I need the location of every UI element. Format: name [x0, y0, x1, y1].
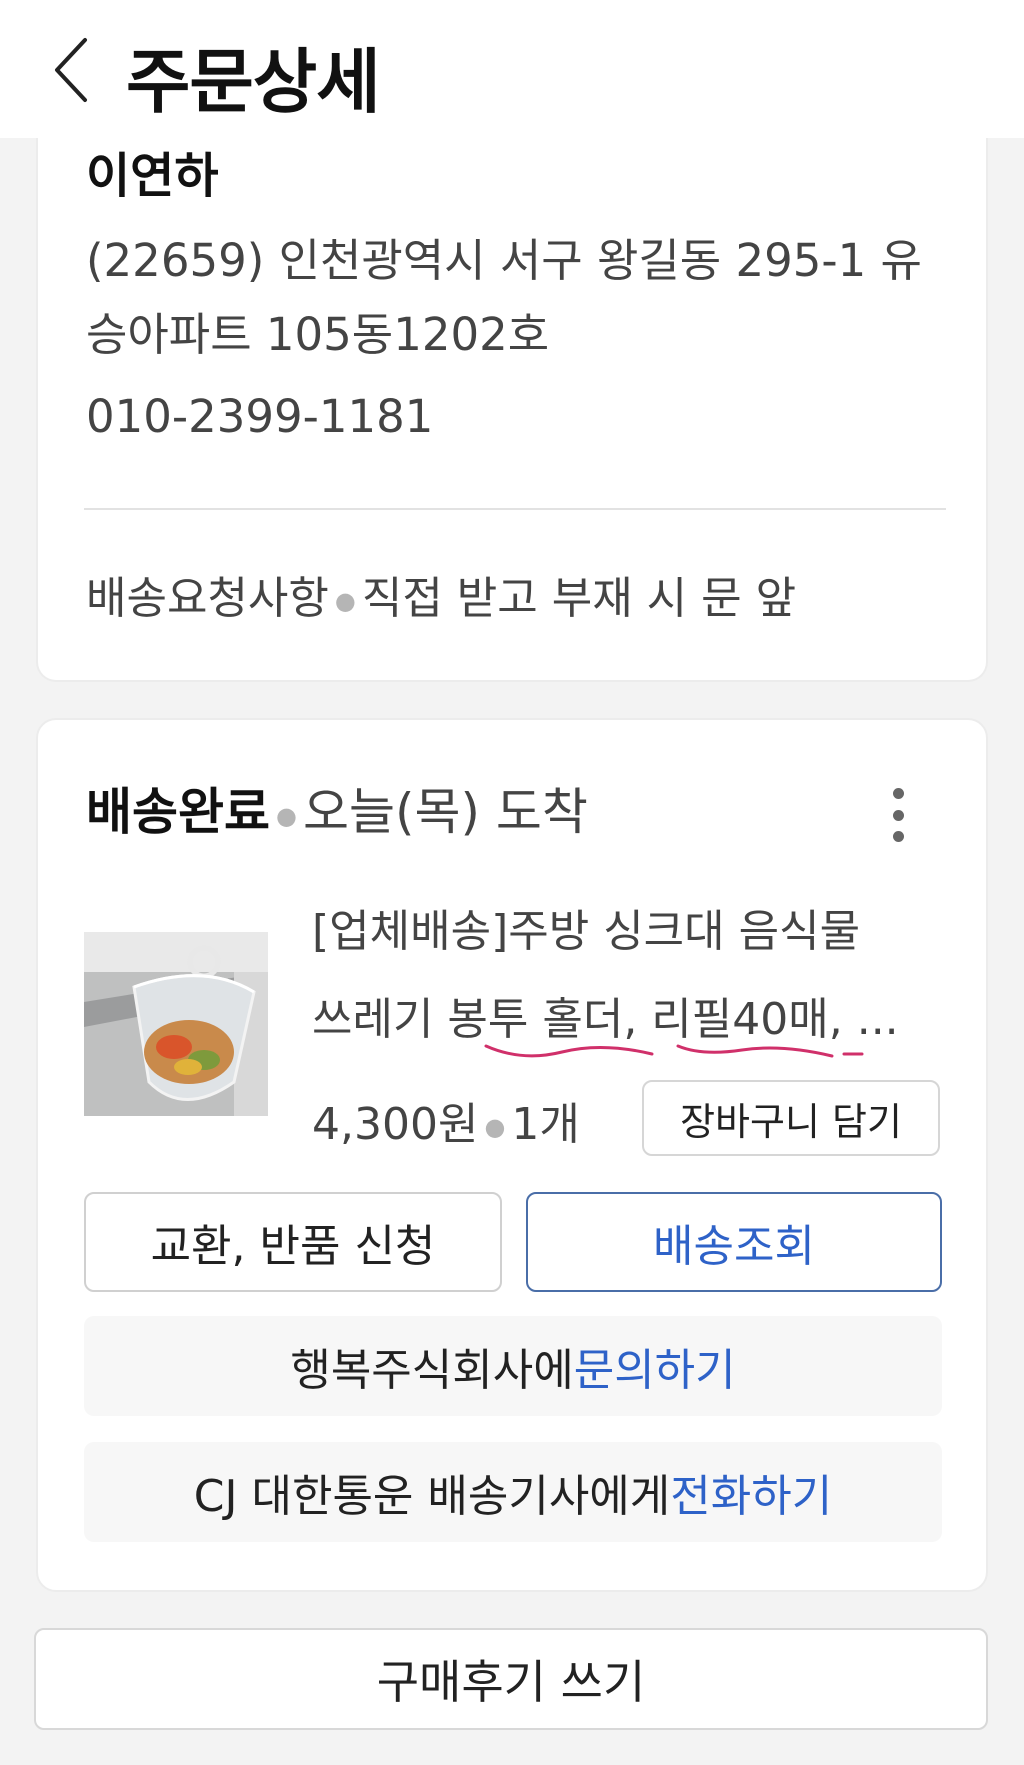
delivery-request: 배송요청사항 ● 직접 받고 부재 시 문 앞: [86, 562, 796, 626]
seller-inquiry-text: 행복주식회사에: [290, 1345, 574, 1396]
exchange-return-button[interactable]: 교환, 반품 신청: [84, 1192, 502, 1292]
seller-inquiry-row[interactable]: 행복주식회사에 문의하기: [84, 1316, 942, 1416]
product-image-holder-bag: [84, 932, 268, 1116]
order-item-card: 배송완료 ● 오늘(목) 도착 [업체배송]주방 싱크대 음식물 쓰레기 봉투 홀더…: [36, 718, 988, 1592]
seller-inquiry-link[interactable]: 문의하기: [574, 1334, 736, 1398]
write-review-button[interactable]: 구매후기 쓰기: [34, 1628, 988, 1730]
add-to-cart-button[interactable]: 장바구니 담기: [642, 1080, 940, 1156]
shipping-address: (22659) 인천광역시 서구 왕길동 295-1 유승아파트 105동120…: [86, 234, 922, 361]
courier-call-link[interactable]: 전화하기: [670, 1460, 832, 1524]
separator-dot: ●: [484, 1113, 506, 1141]
top-app-bar: 주문상세: [0, 0, 1024, 138]
back-button[interactable]: [36, 30, 106, 110]
more-options-button[interactable]: [878, 780, 918, 850]
arrival-date: 오늘(목) 도착: [302, 783, 588, 841]
handwritten-underline-annotation: [484, 1044, 864, 1058]
recipient-phone: 010-2399-1181: [86, 390, 434, 443]
product-name-line-1: [업체배송]주방 싱크대 음식물: [312, 906, 861, 957]
delivery-request-value: 직접 받고 부재 시 문 앞: [361, 573, 797, 624]
more-dots-icon: [892, 788, 904, 799]
separator-dot: ●: [334, 587, 356, 615]
courier-call-text: CJ 대한통운 배송기사에게: [193, 1471, 671, 1522]
product-price: 4,300원: [312, 1099, 479, 1150]
product-thumbnail[interactable]: [84, 932, 268, 1116]
price-quantity: 4,300원 ● 1개: [312, 1088, 580, 1152]
separator-dot: ●: [276, 801, 297, 830]
track-delivery-button[interactable]: 배송조회: [526, 1192, 942, 1292]
page-title: 주문상세: [126, 41, 381, 123]
delivery-status-label: 배송완료: [86, 783, 270, 841]
recipient-name: 이연하: [86, 148, 219, 204]
product-quantity: 1개: [511, 1099, 580, 1150]
courier-call-row[interactable]: CJ 대한통운 배송기사에게 전화하기: [84, 1442, 942, 1542]
delivery-request-label: 배송요청사항: [86, 573, 329, 624]
shipping-address-card: 이연하 (22659) 인천광역시 서구 왕길동 295-1 유승아파트 105…: [36, 100, 988, 682]
divider: [84, 508, 946, 510]
delivery-status: 배송완료 ● 오늘(목) 도착: [86, 772, 588, 844]
chevron-left-icon: [55, 38, 87, 102]
